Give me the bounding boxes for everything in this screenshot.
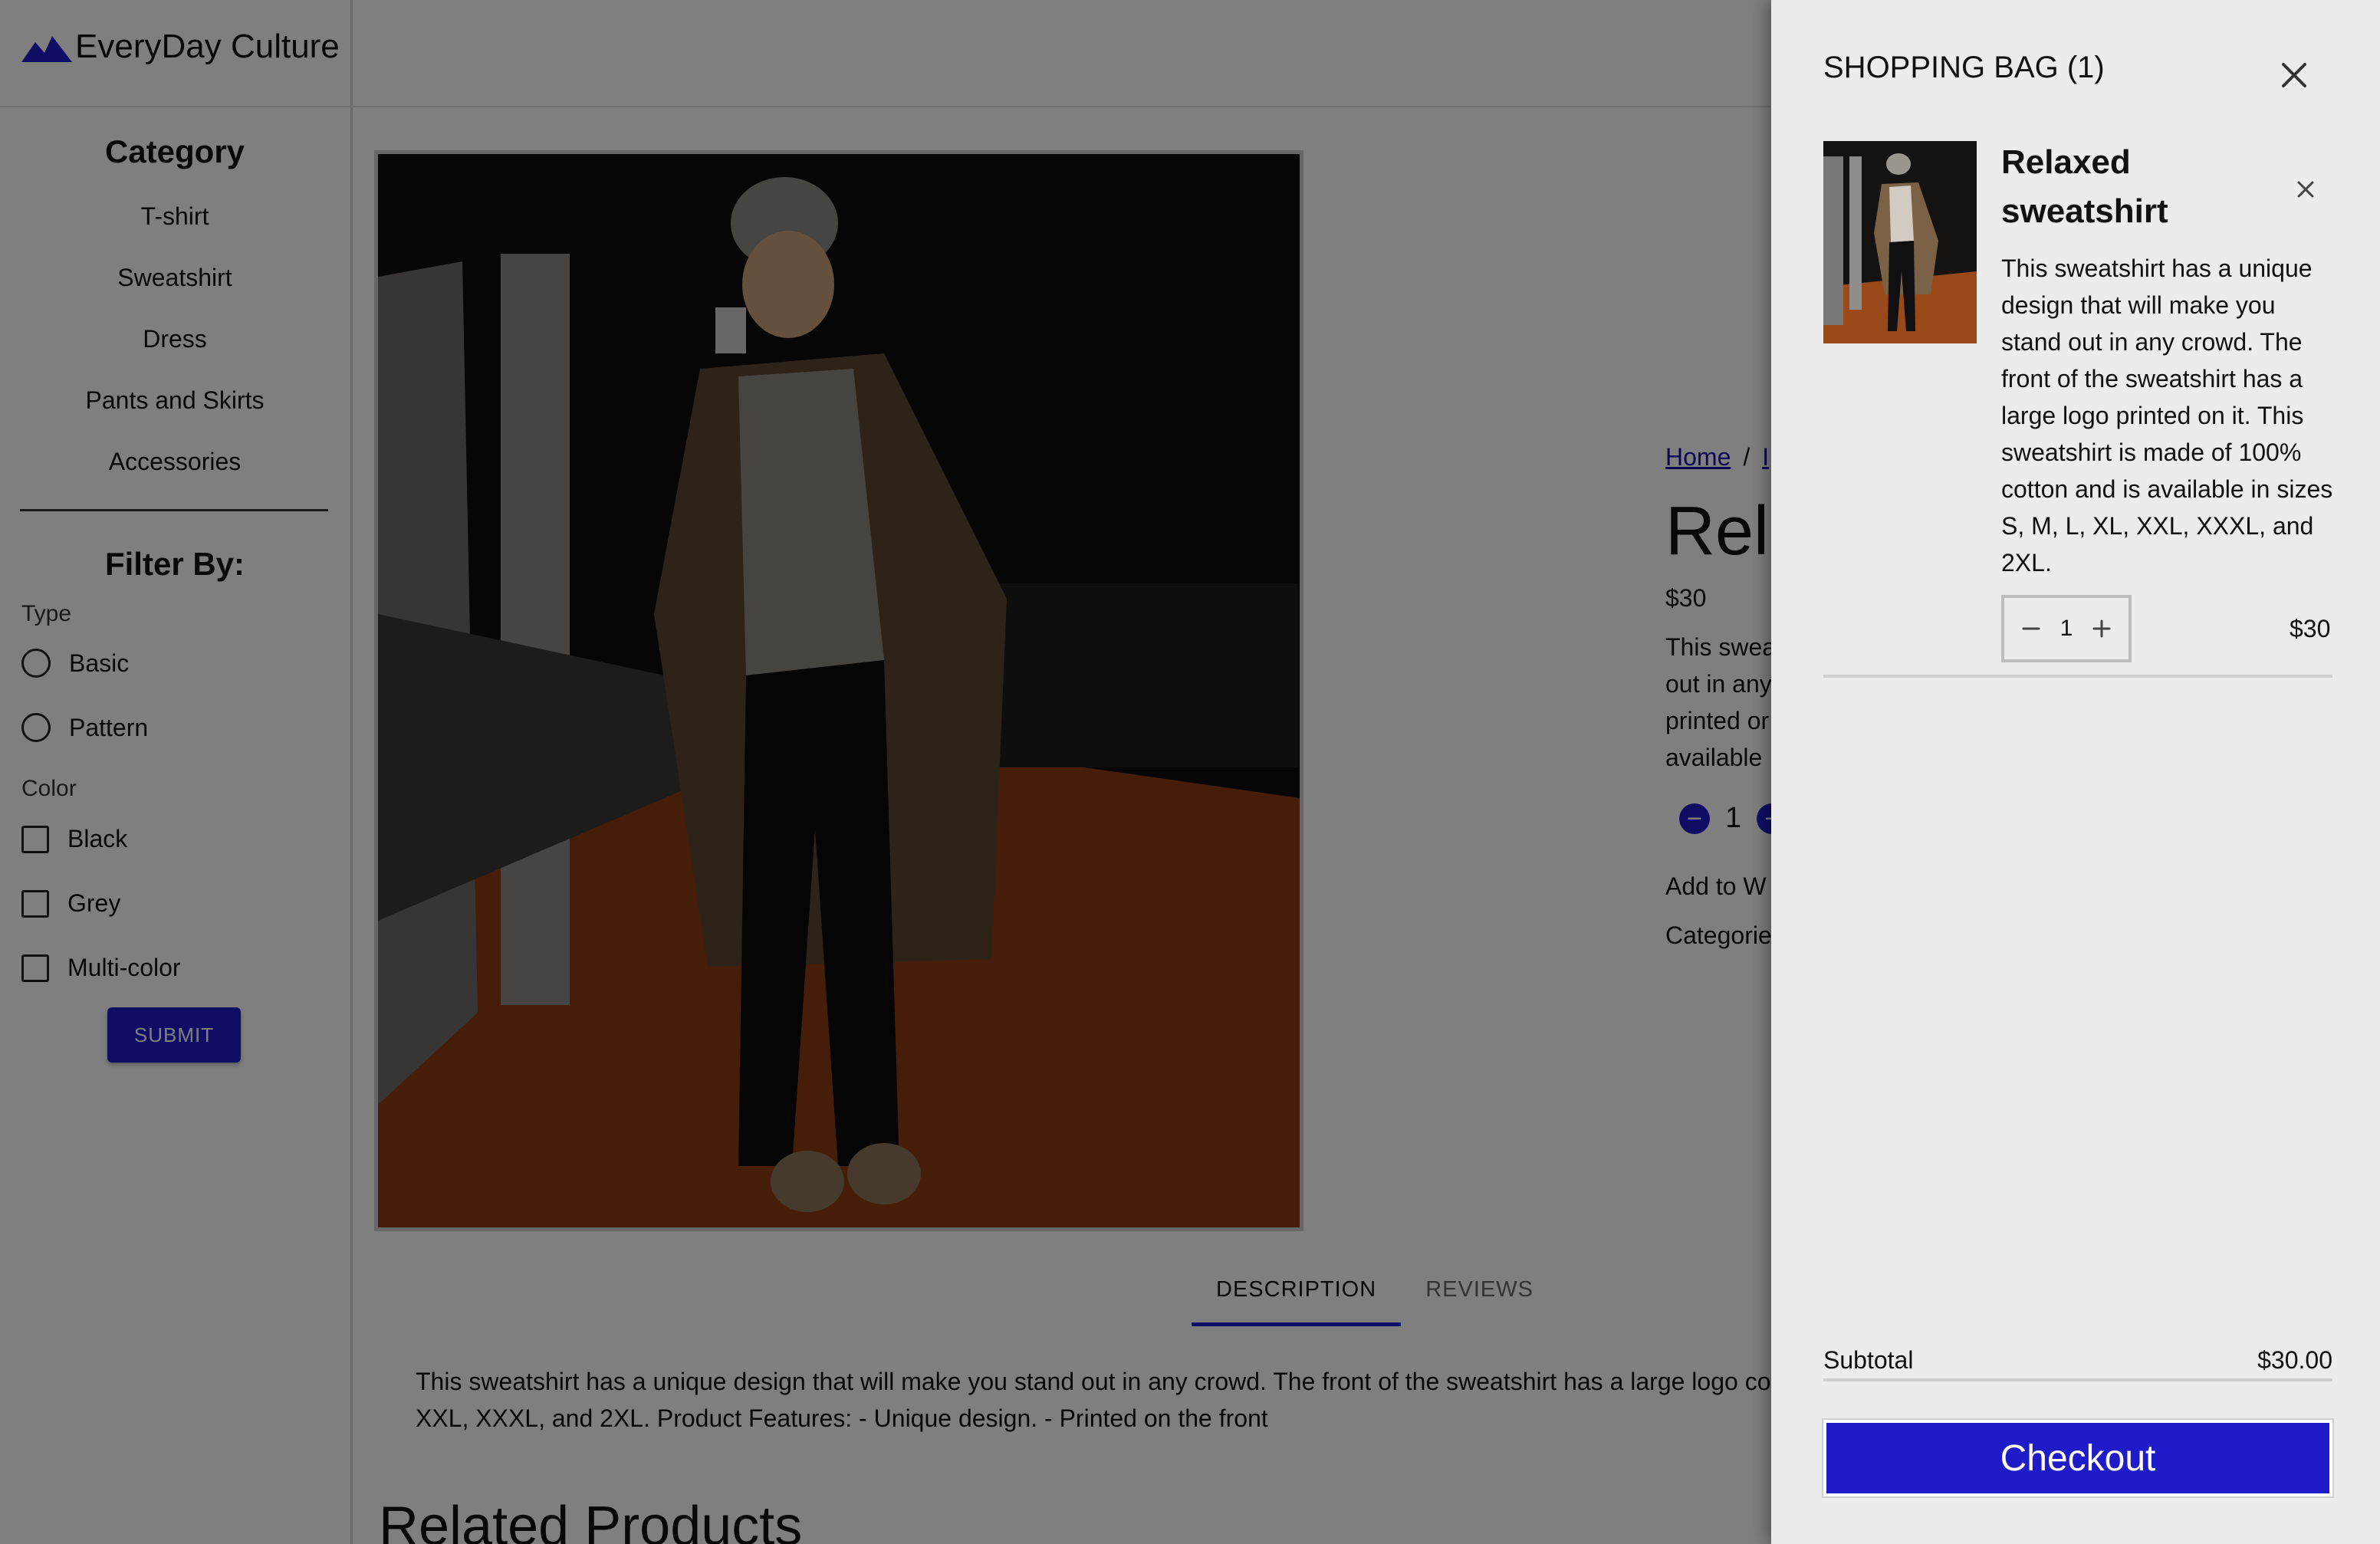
remove-item-icon[interactable] (2294, 178, 2317, 201)
subtotal-divider (1823, 1378, 2332, 1381)
shopping-bag-title: SHOPPING BAG (1) (1823, 51, 2105, 84)
cart-item-price: $30 (2290, 615, 2331, 642)
minus-icon[interactable] (2018, 616, 2044, 642)
subtotal-label: Subtotal (1823, 1346, 1914, 1374)
cart-quantity-value: 1 (2059, 616, 2073, 641)
cart-item-thumbnail (1823, 141, 1977, 343)
checkout-button[interactable]: Checkout (1823, 1420, 2332, 1496)
cart-item-description: This sweatshirt has a unique design that… (2001, 255, 2333, 577)
plus-icon[interactable] (2089, 616, 2115, 642)
cart-item-name[interactable]: Relaxed sweatshirt (2001, 138, 2216, 236)
close-icon[interactable] (2274, 55, 2314, 95)
cart-item-photo (1823, 141, 1977, 343)
cart-item-divider (1823, 675, 2332, 678)
subtotal-value: $30.00 (2257, 1346, 2332, 1374)
cart-quantity-stepper: 1 (2001, 595, 2132, 662)
shopping-bag-drawer: SHOPPING BAG (1) Relaxed sweatshirt This… (1771, 0, 2380, 1544)
